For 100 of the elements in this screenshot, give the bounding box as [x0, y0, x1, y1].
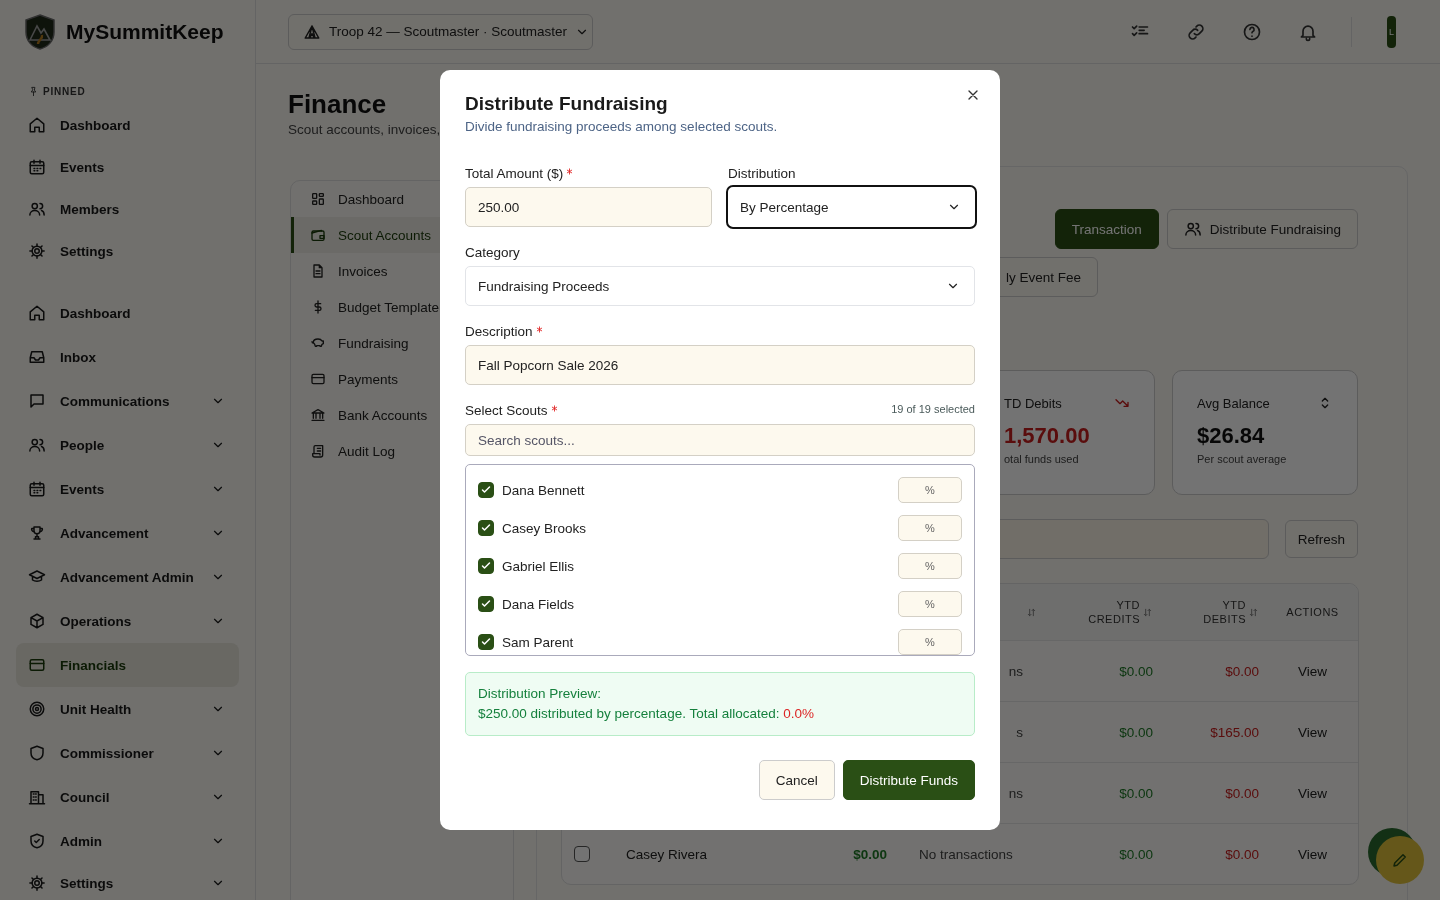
table-cell: $0.00: [1119, 724, 1153, 740]
sidebar-item[interactable]: Advancement: [16, 511, 239, 555]
box-icon: [28, 612, 46, 630]
column-header[interactable]: YTD DEBITS: [1184, 598, 1246, 626]
field-label: Description: [465, 324, 533, 339]
sidebar-item[interactable]: Settings: [16, 230, 239, 272]
refresh-button[interactable]: Refresh: [1284, 520, 1358, 558]
scout-checkbox[interactable]: [478, 596, 494, 612]
people-icon: [28, 200, 46, 218]
shield-icon: [28, 744, 46, 762]
percent-field[interactable]: %: [898, 591, 962, 617]
table-cell: $0.00: [1225, 785, 1259, 801]
table-cell: $165.00: [1210, 724, 1259, 740]
sidebar-item[interactable]: Admin: [16, 819, 239, 863]
dropdown[interactable]: Fundraising Proceeds: [465, 266, 975, 306]
scout-checkbox[interactable]: [478, 558, 494, 574]
check-icon: [480, 560, 492, 572]
view-link[interactable]: View: [1298, 663, 1327, 679]
logo-icon: [24, 14, 56, 50]
column-header[interactable]: YTD CREDITS: [1078, 598, 1140, 626]
percent-field[interactable]: %: [898, 515, 962, 541]
tent-icon: [303, 22, 321, 41]
sidebar-item[interactable]: Council: [16, 775, 239, 819]
table-cell: $0.00: [1225, 663, 1259, 679]
sidebar-item[interactable]: Dashboard: [16, 104, 239, 146]
sidebar-item[interactable]: Unit Health: [16, 687, 239, 731]
dialog-title: Distribute Fundraising: [465, 92, 669, 116]
cancel-button[interactable]: Cancel: [758, 760, 835, 800]
scout-name: Dana Bennett: [502, 482, 586, 498]
stat-caption: Per scout average: [1197, 453, 1288, 465]
pen-icon: [1391, 851, 1409, 869]
scout-checkbox[interactable]: [478, 634, 494, 650]
action-button[interactable]: Transaction: [1054, 209, 1159, 249]
distribute-button[interactable]: Distribute Funds: [842, 760, 975, 800]
sidebar-item[interactable]: Operations: [16, 599, 239, 643]
table-cell: $0.00: [1119, 663, 1153, 679]
dropdown[interactable]: By Percentage: [726, 185, 977, 229]
pin-icon: [28, 85, 39, 97]
selection-count: 19 of 19 selected: [891, 403, 975, 415]
table-cell: Casey Rivera: [626, 846, 708, 862]
action-button[interactable]: Distribute Fundraising: [1166, 209, 1358, 249]
check-icon: [480, 522, 492, 534]
bank-icon: [310, 407, 326, 423]
building-icon: [28, 788, 46, 806]
preview-text: $250.00 distributed by percentage. Total allocated: 0.0%: [478, 705, 815, 723]
inbox-icon: [28, 348, 46, 366]
sidebar-item[interactable]: Members: [16, 188, 239, 230]
stat-caption: otal funds used: [1004, 453, 1080, 465]
table-cell: $0.00: [1119, 846, 1153, 862]
stat-value: 1,570.00: [1004, 423, 1091, 449]
dialog-subtitle: Divide fundraising proceeds among selected scouts.: [465, 118, 779, 136]
table-cell: ns: [1008, 663, 1023, 679]
card-icon: [28, 656, 46, 674]
sidebar-item[interactable]: Dashboard: [16, 291, 239, 335]
sidebar-item[interactable]: Communications: [16, 379, 239, 423]
people-icon: [1183, 220, 1202, 238]
field-label: Distribution: [728, 166, 796, 181]
sidebar-item[interactable]: People: [16, 423, 239, 467]
field-label: Total Amount ($): [465, 166, 564, 181]
scout-checkbox[interactable]: [478, 520, 494, 536]
home-icon: [28, 304, 46, 322]
home-icon: [28, 116, 46, 134]
wallet-icon: [310, 227, 326, 243]
column-header[interactable]: ACTIONS: [1286, 605, 1339, 619]
page-subtitle: Scout accounts, invoices,: [288, 121, 441, 139]
view-link[interactable]: View: [1298, 785, 1327, 801]
grid-icon: [310, 191, 326, 207]
stat-label: TD Debits: [1004, 395, 1062, 411]
percent-field[interactable]: %: [898, 629, 962, 655]
floating-action-button[interactable]: [1368, 828, 1424, 884]
sidebar-item[interactable]: Commissioner: [16, 731, 239, 775]
view-link[interactable]: View: [1298, 846, 1327, 862]
percent-field[interactable]: %: [898, 553, 962, 579]
sidebar-item[interactable]: Financials: [16, 643, 239, 687]
scout-name: Dana Fields: [502, 596, 576, 612]
calendar-icon: [28, 158, 46, 176]
sidebar-item[interactable]: Events: [16, 467, 239, 511]
view-link[interactable]: View: [1298, 724, 1327, 740]
check-icon: [480, 598, 492, 610]
unit-selector[interactable]: Troop 42 — Scoutmaster · Scoutmaster: [288, 13, 593, 50]
sidebar-item[interactable]: Advancement Admin: [16, 555, 239, 599]
row-checkbox[interactable]: [574, 846, 590, 862]
page-title: Finance: [288, 88, 387, 120]
check-icon: [480, 636, 492, 648]
table-cell: ns: [1008, 785, 1023, 801]
document-icon: [310, 263, 326, 279]
amount-field[interactable]: 250.00: [465, 187, 712, 227]
preview-title: Distribution Preview:: [478, 685, 603, 703]
scout-checkbox[interactable]: [478, 482, 494, 498]
table-cell: s: [1016, 724, 1023, 740]
search-field[interactable]: Search scouts...: [465, 424, 975, 456]
check-icon: [480, 484, 492, 496]
sidebar-item[interactable]: Events: [16, 146, 239, 188]
scroll-icon: [310, 443, 326, 459]
description-field[interactable]: Fall Popcorn Sale 2026: [465, 345, 975, 385]
sidebar-item[interactable]: Inbox: [16, 335, 239, 379]
percent-field[interactable]: %: [898, 477, 962, 503]
avatar-button[interactable]: L: [1387, 15, 1396, 48]
sidebar-item[interactable]: Settings: [16, 863, 239, 900]
scout-name: Casey Brooks: [502, 520, 588, 536]
